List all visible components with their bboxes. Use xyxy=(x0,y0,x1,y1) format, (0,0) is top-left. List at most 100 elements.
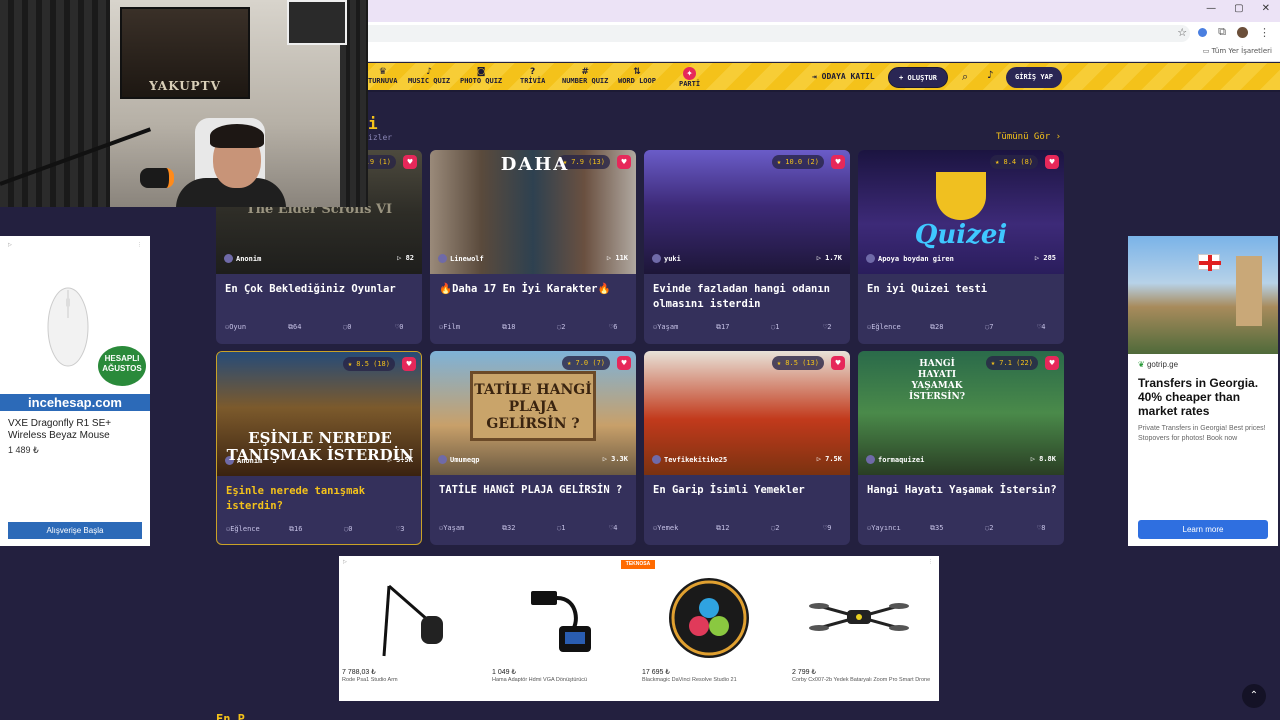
hash-icon: # xyxy=(581,67,589,77)
quiz-card[interactable]: ★ 10.0 (2) ♥ yuki ▷ 1.7K Evinde fazladan han… xyxy=(644,150,850,344)
search-icon[interactable]: ⌕ xyxy=(962,70,968,84)
quiz-title[interactable]: TATİLE HANGİ PLAJA GELİRSİN ? xyxy=(439,483,629,498)
thumbnail-text: DAHA xyxy=(500,154,570,175)
nav-item-music-quiz[interactable]: ♪ MUSIC QUIZ xyxy=(408,67,450,85)
play-count: ▷ 11K xyxy=(606,254,628,262)
quiz-title[interactable]: Eşinle nerede tanışmak isterdin? xyxy=(226,484,416,514)
quiz-author[interactable]: formaquizei xyxy=(866,455,924,464)
learn-more-button[interactable]: Learn more xyxy=(1138,520,1268,539)
join-room-button[interactable]: ⇥ ODAYA KATIL xyxy=(812,72,875,81)
trophy-image xyxy=(936,172,986,220)
ad-product[interactable]: 17 695 ₺ Blackmagic DaVinci Resolve Stud… xyxy=(639,576,779,696)
ad-image xyxy=(1128,236,1278,354)
flag-image xyxy=(1198,254,1221,271)
extension-icon[interactable] xyxy=(1198,27,1208,37)
play-count: ▷ 8.8K xyxy=(1030,455,1056,463)
quiz-card[interactable]: ★ 8.5 (13) ♥ Tevfikekitike25 ▷ 7.5K En Garip… xyxy=(644,351,850,545)
ad-left[interactable]: ▷ ⋮ HESAPLI AĞUSTOS incehesap.com VXE Dr… xyxy=(0,236,150,546)
quiz-title[interactable]: Evinde fazladan hangi odanın olmasını is… xyxy=(653,282,843,312)
quiz-title[interactable]: Hangi Hayatı Yaşamak İstersin? xyxy=(867,483,1057,498)
avatar[interactable] xyxy=(1237,26,1248,38)
ad-product[interactable]: 7 788,03 ₺ Rode Psa1 Studio Arm xyxy=(339,576,479,696)
microphone xyxy=(140,168,174,188)
question-count: ⧉ 17 xyxy=(716,323,730,331)
avatar xyxy=(652,455,661,464)
nav-item-label: TURNUVA xyxy=(368,77,398,85)
quiz-card[interactable]: ★ 7.9 (13) ♥ Linewolf ▷ 11K 🔥Daha 17 En İyi … xyxy=(430,150,636,344)
avatar xyxy=(866,455,875,464)
ad-product[interactable]: 2 799 ₺ Corby Cx007-2b Yedek Bataryalı Z… xyxy=(789,576,931,696)
login-button[interactable]: GİRİŞ YAP xyxy=(1006,67,1062,88)
music-icon: ♪ xyxy=(426,67,432,77)
scroll-top-button[interactable]: ⌃ xyxy=(1242,684,1266,708)
minimize-icon[interactable]: — xyxy=(1206,3,1216,14)
question-count: ⧉ 18 xyxy=(502,323,516,331)
basket-icon[interactable]: ♥ xyxy=(831,356,845,370)
bell-icon[interactable]: ♪ xyxy=(987,70,993,81)
quiz-title[interactable]: En iyi Quizei testi xyxy=(867,282,1057,297)
puzzle-icon[interactable]: ⧉ xyxy=(1218,25,1226,39)
quiz-card[interactable]: ★ 7.1 (22) ♥ formaquizei ▷ 8.8K Hangi Hayatı… xyxy=(858,351,1064,545)
basket-icon[interactable]: ♥ xyxy=(831,155,845,169)
question-count: ⧉ 35 xyxy=(930,524,944,532)
quiz-author[interactable]: yuki xyxy=(652,254,681,263)
ad-product-name: VXE Dragonfly R1 SE+ Wireless Beyaz Mous… xyxy=(8,418,112,441)
play-count: ▷ 285 xyxy=(1034,254,1056,262)
thumbnail-text: TATİLE HANGİ PLAJA GELİRSİN ? xyxy=(470,371,596,441)
see-all-link[interactable]: Tümünü Gör › xyxy=(996,132,1061,142)
category-label: ⚇ Yayıncı xyxy=(867,524,901,532)
ad-choices-icon[interactable]: ▷ xyxy=(8,242,12,248)
quiz-title[interactable]: 🔥Daha 17 En İyi Karakter🔥 xyxy=(439,282,629,297)
quiz-title[interactable]: En Garip İsimli Yemekler xyxy=(653,483,843,498)
close-icon[interactable]: ✕ xyxy=(1262,3,1270,14)
avatar xyxy=(866,254,875,263)
nav-item-label: NUMBER QUIZ xyxy=(562,77,609,85)
ad-right[interactable]: ❦ gotrip.ge Transfers in Georgia. 40% ch… xyxy=(1128,236,1278,546)
ad-menu-icon[interactable]: ⋮ xyxy=(137,242,142,248)
next-section-title: En P xyxy=(216,712,245,720)
basket-icon[interactable]: ♥ xyxy=(403,155,417,169)
ad-choices-icon[interactable]: ▷ xyxy=(343,559,347,565)
nav-item-parti[interactable]: ✦ PARTİ xyxy=(679,67,700,88)
ad-bottom[interactable]: ▷ ⋮ TEKNOSA 7 788,03 ₺ Rode Psa1 Studio … xyxy=(339,556,939,701)
quiz-author[interactable]: Linewolf xyxy=(438,254,484,263)
quiz-meta: ⚇ Yaşam ⧉ 32 ◌ 1 ♡ 4 xyxy=(439,524,629,534)
product-price: 17 695 ₺ xyxy=(642,669,670,676)
quiz-author[interactable]: Apoya boydan giren xyxy=(866,254,954,263)
menu-icon[interactable]: ⋮ xyxy=(1259,26,1270,39)
quiz-author[interactable]: Anonim xyxy=(224,254,261,263)
basket-icon[interactable]: ♥ xyxy=(402,357,416,371)
basket-icon[interactable]: ♥ xyxy=(1045,155,1059,169)
ad-product[interactable]: 1 049 ₺ Hama Adaptör Hdmi VGA Dönüştürüc… xyxy=(489,576,629,696)
basket-icon[interactable]: ♥ xyxy=(617,356,631,370)
ad-cta-button[interactable]: Alışverişe Başla xyxy=(8,522,142,539)
basket-icon[interactable]: ♥ xyxy=(1045,356,1059,370)
all-bookmarks[interactable]: ▭ Tüm Yer İşaretleri xyxy=(1203,47,1272,55)
category-label: ⚇ Yemek xyxy=(653,524,679,532)
quiz-card[interactable]: ★ 8.5 (18) ♥ Anonim ▷ 5.5K Eşinle nerede tan… xyxy=(216,351,422,545)
product-name: Corby Cx007-2b Yedek Bataryalı Zoom Pro … xyxy=(792,677,931,683)
quiz-card[interactable]: ★ 7.0 (7) ♥ Umumeqp ▷ 3.3K TATİLE HANGİ PLAJ… xyxy=(430,351,636,545)
rating-badge: ★ 8.5 (18) xyxy=(342,357,395,371)
quiz-meta: ⚇ Yemek ⧉ 12 ◌ 2 ♡ 9 xyxy=(653,524,843,534)
create-button[interactable]: + OLUŞTUR xyxy=(888,67,948,88)
nav-item-number-quiz[interactable]: # NUMBER QUIZ xyxy=(562,67,608,85)
category-label: ⚇ Yaşam xyxy=(439,524,465,532)
nav-item-trivia[interactable]: ? TRİVİA xyxy=(520,67,545,85)
sort-icon: ⇅ xyxy=(633,67,641,77)
quiz-title[interactable]: En Çok Beklediğiniz Oyunlar xyxy=(225,282,415,297)
basket-icon[interactable]: ♥ xyxy=(617,155,631,169)
ad-menu-icon[interactable]: ⋮ xyxy=(928,559,933,565)
question-count: ⧉ 64 xyxy=(288,323,302,331)
quiz-author[interactable]: Umumeqp xyxy=(438,455,480,464)
toolbar-icons: ☆ ⧉ ⋮ xyxy=(1177,25,1270,39)
nav-item-photo-quiz[interactable]: ◙ PHOTO QUIZ xyxy=(460,67,502,85)
maximize-icon[interactable]: ▢ xyxy=(1234,3,1243,14)
quiz-author[interactable]: Tevfikekitike25 xyxy=(652,455,727,464)
nav-item-word-loop[interactable]: ⇅ WORD LOOP xyxy=(618,67,656,85)
nav-item-turnuva[interactable]: ♛ TURNUVA xyxy=(368,67,398,85)
rating-badge: ★ 8.4 (8) xyxy=(990,155,1038,169)
star-icon[interactable]: ☆ xyxy=(1177,26,1187,39)
comment-count: ◌ 2 xyxy=(771,524,780,532)
quiz-card[interactable]: ★ 8.4 (8) ♥ Apoya boydan giren ▷ 285 En iyi … xyxy=(858,150,1064,344)
